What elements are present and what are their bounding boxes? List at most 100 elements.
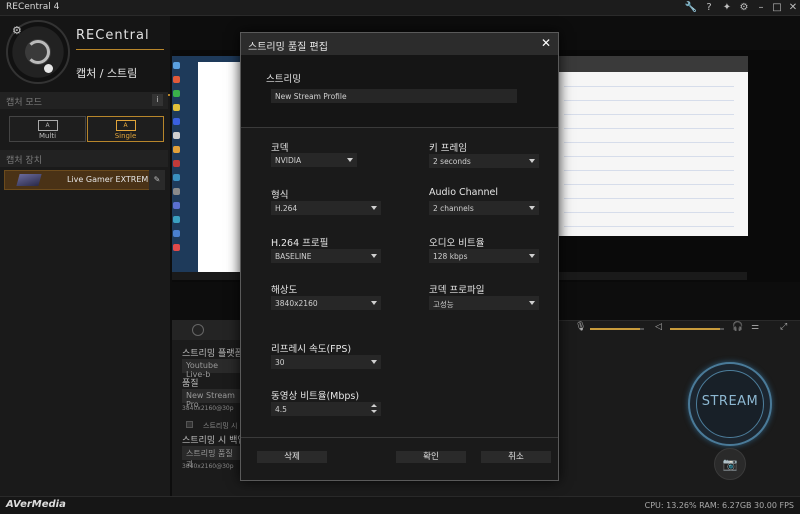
- wrench-icon[interactable]: 🔧: [684, 1, 698, 15]
- chevron-down-icon: [371, 254, 377, 258]
- audio-channel-value: 2 channels: [433, 204, 474, 213]
- close-icon[interactable]: ✕: [786, 1, 800, 15]
- quality-info: 3840x2160@30p: [182, 405, 234, 412]
- format-select[interactable]: H.264: [271, 201, 381, 215]
- microphone-icon[interactable]: 🎙: [575, 322, 586, 332]
- avermedia-logo: AVerMedia: [6, 499, 66, 510]
- mixer-icon[interactable]: ⚌: [751, 322, 759, 332]
- edit-device-icon[interactable]: ✎: [149, 170, 165, 190]
- camera-icon[interactable]: 📷: [714, 448, 746, 480]
- format-label: 형식: [271, 190, 289, 201]
- desktop-icon: [173, 160, 180, 167]
- format-value: H.264: [275, 204, 298, 213]
- codec-profile-value: 고성능: [433, 300, 454, 309]
- chevron-down-icon: [371, 206, 377, 210]
- brand-divider: [76, 49, 164, 50]
- refresh-rate-value: 30: [275, 358, 285, 367]
- device-row[interactable]: Live Gamer EXTREME 3 ✎: [4, 170, 165, 190]
- video-bitrate-value: 4.5: [275, 405, 287, 414]
- refresh-rate-select[interactable]: 30: [271, 355, 381, 369]
- decrement-icon[interactable]: [371, 410, 377, 413]
- help-icon[interactable]: ?: [702, 1, 716, 15]
- record-while-stream-checkbox[interactable]: [186, 421, 193, 428]
- maximize-icon[interactable]: □: [770, 1, 784, 15]
- resolution-value: 3840x2160: [275, 299, 318, 308]
- preview-window: [198, 62, 242, 272]
- delete-button[interactable]: 삭제: [257, 451, 327, 463]
- mode-single-button[interactable]: A Single: [87, 116, 164, 142]
- brand-name: RECentral: [76, 28, 150, 43]
- codec-value: NVIDIA: [275, 156, 302, 165]
- resolution-select[interactable]: 3840x2160: [271, 296, 381, 310]
- speaker-icon[interactable]: ◁: [655, 322, 662, 332]
- fullscreen-icon[interactable]: ⤢: [780, 322, 787, 332]
- desktop-icon: [173, 104, 180, 111]
- single-mode-icon: A: [115, 120, 136, 131]
- desktop-icon: [173, 174, 180, 181]
- mode-single-label: Single: [114, 132, 137, 140]
- profile-name-input[interactable]: [271, 89, 517, 103]
- desktop-icon: [173, 216, 180, 223]
- mic-volume-slider[interactable]: [590, 328, 644, 330]
- speaker-volume-slider[interactable]: [670, 328, 724, 330]
- dialog-divider: [241, 437, 558, 438]
- capture-device-header: 캡처 장치: [0, 150, 168, 167]
- h264-profile-value: BASELINE: [275, 252, 312, 261]
- backup-info: 3840x2160@30p: [182, 463, 234, 470]
- resolution-label: 해상도: [271, 285, 298, 296]
- desktop-icon: [173, 76, 180, 83]
- codec-select[interactable]: NVIDIA: [271, 153, 357, 167]
- pin-icon[interactable]: ✦: [720, 1, 734, 15]
- stream-button[interactable]: STREAM: [688, 362, 772, 446]
- keyframe-select[interactable]: 2 seconds: [429, 154, 539, 168]
- stream-button-label: STREAM: [701, 394, 759, 409]
- close-icon[interactable]: ✕: [541, 36, 551, 50]
- quality-label: 품질: [182, 379, 199, 389]
- quality-select[interactable]: New Stream Pro: [182, 389, 242, 409]
- minimize-icon[interactable]: –: [754, 1, 768, 15]
- mode-multi-button[interactable]: A Multi: [9, 116, 86, 142]
- system-stats: CPU: 13.26% RAM: 6.27GB 30.00 FPS: [644, 501, 794, 510]
- audio-channel-select[interactable]: 2 channels: [429, 201, 539, 215]
- capture-mode-label: 캡처 모드: [6, 98, 42, 108]
- title-bar: RECentral 4 🔧 ? ✦ ⚙ – □ ✕: [0, 0, 800, 16]
- preview-browser-window: [558, 56, 748, 236]
- dialog-title: 스트리밍 품질 편집: [248, 42, 328, 53]
- headphones-icon[interactable]: 🎧: [732, 322, 743, 332]
- logo-area: ⚙ RECentral 캡처 / 스트림: [0, 16, 170, 94]
- audio-bitrate-label: 오디오 비트율: [429, 238, 485, 249]
- window-title: RECentral 4: [6, 2, 60, 12]
- capture-device-label: 캡처 장치: [6, 156, 42, 166]
- record-icon[interactable]: [192, 324, 204, 336]
- backup-select[interactable]: 스트리밍 품질과: [182, 446, 242, 469]
- mode-indicator-icon: [44, 64, 53, 73]
- h264-profile-select[interactable]: BASELINE: [271, 249, 381, 263]
- keyframe-label: 키 프레임: [429, 143, 467, 154]
- desktop-icon: [173, 90, 180, 97]
- audio-channel-label: Audio Channel: [429, 187, 499, 198]
- platform-label: 스트리밍 플랫폼: [182, 349, 243, 359]
- settings-icon[interactable]: ⚙: [737, 1, 751, 15]
- chevron-down-icon: [529, 301, 535, 305]
- cancel-button[interactable]: 취소: [481, 451, 551, 463]
- audio-bitrate-value: 128 kbps: [433, 252, 468, 261]
- increment-icon[interactable]: [371, 404, 377, 407]
- desktop-icon: [173, 62, 180, 69]
- mode-label[interactable]: 캡처 / 스트림: [76, 65, 137, 81]
- tab-strip: [172, 320, 242, 340]
- video-bitrate-stepper[interactable]: 4.5: [271, 402, 381, 416]
- backup-label: 스트리밍 시 백업: [182, 436, 246, 446]
- chevron-down-icon: [529, 206, 535, 210]
- platform-select[interactable]: Youtube Live-b: [182, 359, 242, 379]
- audio-bitrate-select[interactable]: 128 kbps: [429, 249, 539, 263]
- codec-profile-select[interactable]: 고성능: [429, 296, 539, 310]
- info-icon[interactable]: i: [152, 94, 163, 106]
- desktop-icon: [173, 202, 180, 209]
- video-bitrate-label: 동영상 비트율(Mbps): [271, 391, 360, 402]
- chevron-down-icon: [529, 159, 535, 163]
- chevron-down-icon: [371, 360, 377, 364]
- ok-button[interactable]: 확인: [396, 451, 466, 463]
- multi-mode-icon: A: [37, 120, 58, 131]
- profile-name-label: 스트리밍: [266, 74, 301, 85]
- gear-icon[interactable]: ⚙: [12, 24, 22, 37]
